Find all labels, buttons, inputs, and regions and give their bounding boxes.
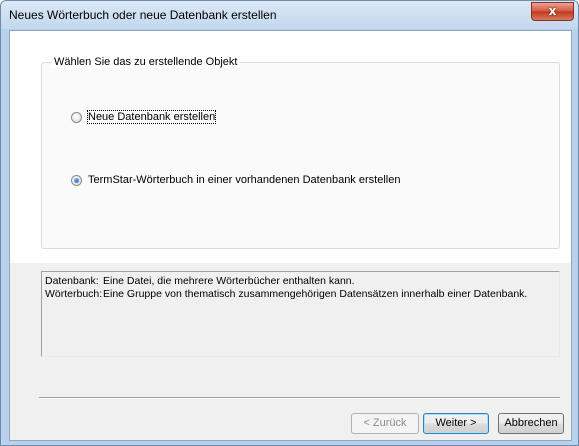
- option-new-database[interactable]: Neue Datenbank erstellen: [71, 110, 217, 124]
- object-groupbox: [41, 62, 560, 249]
- description-definition: Eine Datei, die mehrere Wörterbücher ent…: [103, 275, 355, 287]
- description-definition: Eine Gruppe von thematisch zusammengehör…: [103, 288, 528, 300]
- option-termstar-dictionary[interactable]: TermStar-Wörterbuch in einer vorhandenen…: [71, 173, 400, 187]
- radio-new-database[interactable]: [71, 111, 82, 123]
- groupbox-label: Wählen Sie das zu erstellende Objekt: [51, 56, 241, 68]
- option-termstar-dictionary-label[interactable]: TermStar-Wörterbuch in einer vorhandenen…: [88, 174, 400, 186]
- close-button[interactable]: x: [531, 2, 574, 21]
- option-new-database-label[interactable]: Neue Datenbank erstellen: [86, 110, 217, 124]
- description-term: Wörterbuch:: [45, 288, 103, 300]
- radio-termstar-dictionary[interactable]: [71, 174, 82, 186]
- footer-separator: [39, 397, 560, 399]
- description-box: Datenbank: Eine Datei, die mehrere Wörte…: [41, 271, 560, 357]
- title-bar[interactable]: Neues Wörterbuch oder neue Datenbank ers…: [1, 1, 578, 29]
- dialog-window: Neues Wörterbuch oder neue Datenbank ers…: [0, 0, 579, 446]
- close-icon: x: [548, 4, 557, 18]
- next-button[interactable]: Weiter >: [423, 413, 489, 434]
- window-title: Neues Wörterbuch oder neue Datenbank ers…: [9, 8, 277, 22]
- back-button[interactable]: < Zurück: [351, 413, 419, 434]
- cancel-button[interactable]: Abbrechen: [498, 413, 564, 434]
- description-term: Datenbank:: [45, 275, 99, 287]
- dialog-client-area: Wählen Sie das zu erstellende Objekt Neu…: [9, 30, 572, 441]
